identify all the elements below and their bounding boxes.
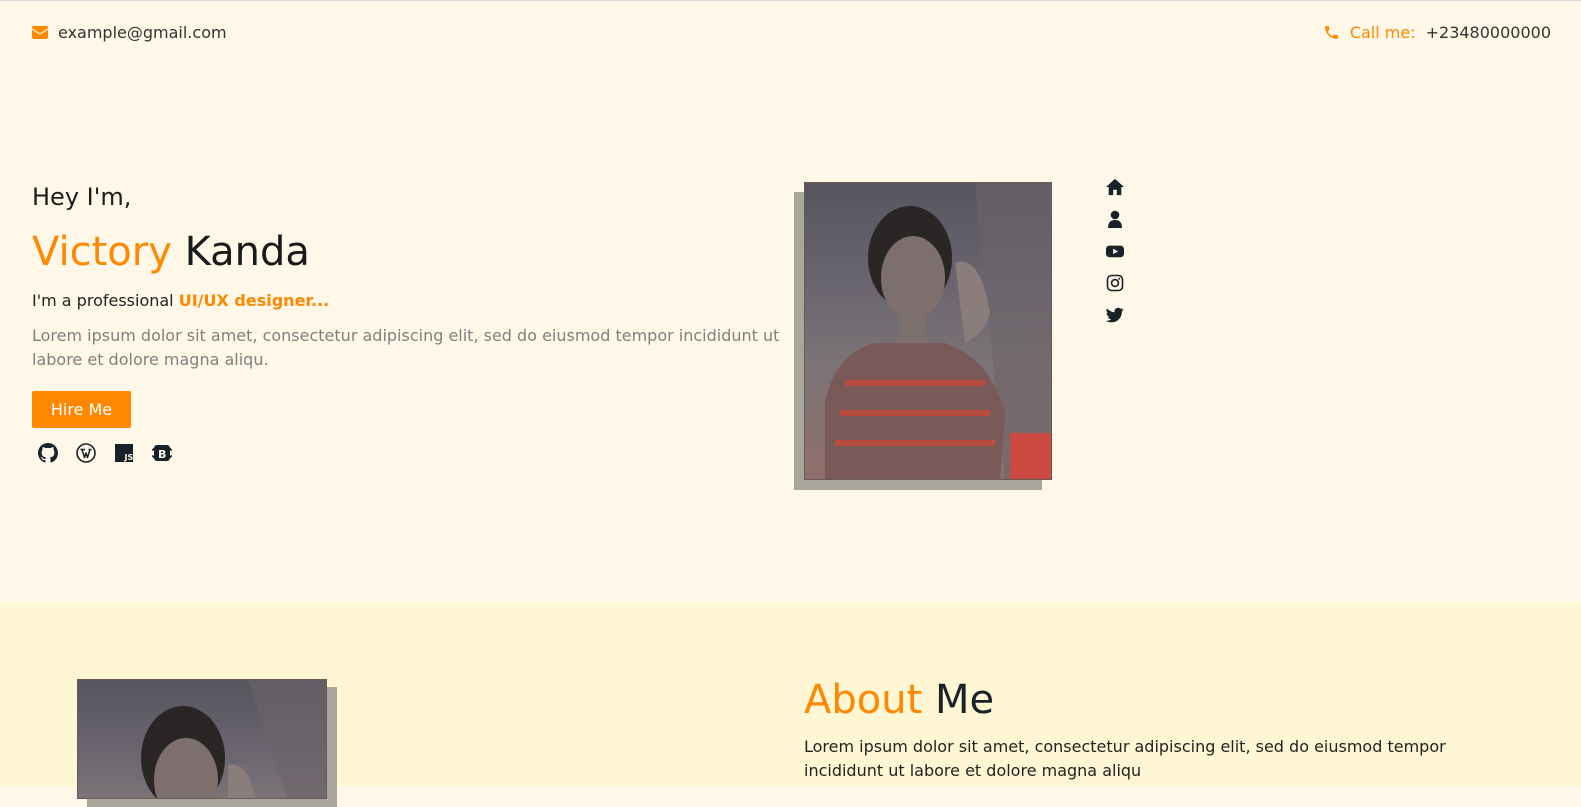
top-bar: example@gmail.com Call me: +23480000000: [0, 1, 1581, 65]
hero-name: Victory Kanda: [32, 230, 310, 274]
profile-photo: [804, 182, 1052, 480]
phone-icon: [1323, 24, 1340, 41]
greeting: Hey I'm,: [32, 183, 132, 211]
user-icon[interactable]: [1106, 210, 1124, 228]
about-section: About Me Lorem ipsum dolor sit amet, con…: [0, 602, 1581, 807]
call-label: Call me:: [1349, 23, 1416, 42]
twitter-icon[interactable]: [1106, 306, 1124, 324]
phone-contact[interactable]: Call me: +23480000000: [1323, 23, 1551, 42]
svg-text:B: B: [158, 448, 166, 461]
youtube-icon[interactable]: [1106, 242, 1124, 260]
about-photo: [77, 679, 327, 799]
about-title-accent: About: [804, 677, 923, 723]
bootstrap-icon[interactable]: B: [152, 443, 172, 463]
last-name: Kanda: [184, 229, 310, 275]
side-nav: [1106, 178, 1124, 324]
first-name: Victory: [32, 229, 172, 275]
about-title: About Me: [804, 678, 994, 722]
about-title-rest: Me: [934, 677, 995, 723]
role-line: I'm a professional UI/UX designer...: [32, 291, 329, 310]
role-typed: UI/UX designer...: [178, 291, 330, 310]
envelope-icon: [32, 26, 48, 39]
email-contact[interactable]: example@gmail.com: [32, 23, 227, 42]
javascript-icon[interactable]: JS: [114, 443, 134, 463]
about-text: Lorem ipsum dolor sit amet, consectetur …: [804, 737, 1446, 780]
email-text: example@gmail.com: [58, 23, 227, 42]
svg-text:JS: JS: [124, 453, 134, 462]
instagram-icon[interactable]: [1106, 274, 1124, 292]
wordpress-icon[interactable]: [76, 443, 96, 463]
phone-number: +23480000000: [1425, 23, 1551, 42]
hero-description: Lorem ipsum dolor sit amet, consectetur …: [32, 326, 780, 369]
skill-icons: JS B: [38, 443, 172, 463]
home-icon[interactable]: [1106, 178, 1124, 196]
hire-me-button[interactable]: Hire Me: [32, 391, 131, 428]
github-icon[interactable]: [38, 443, 58, 463]
hero-section: Hey I'm, Victory Kanda I'm a professiona…: [0, 65, 1581, 602]
role-prefix: I'm a professional: [32, 291, 174, 310]
